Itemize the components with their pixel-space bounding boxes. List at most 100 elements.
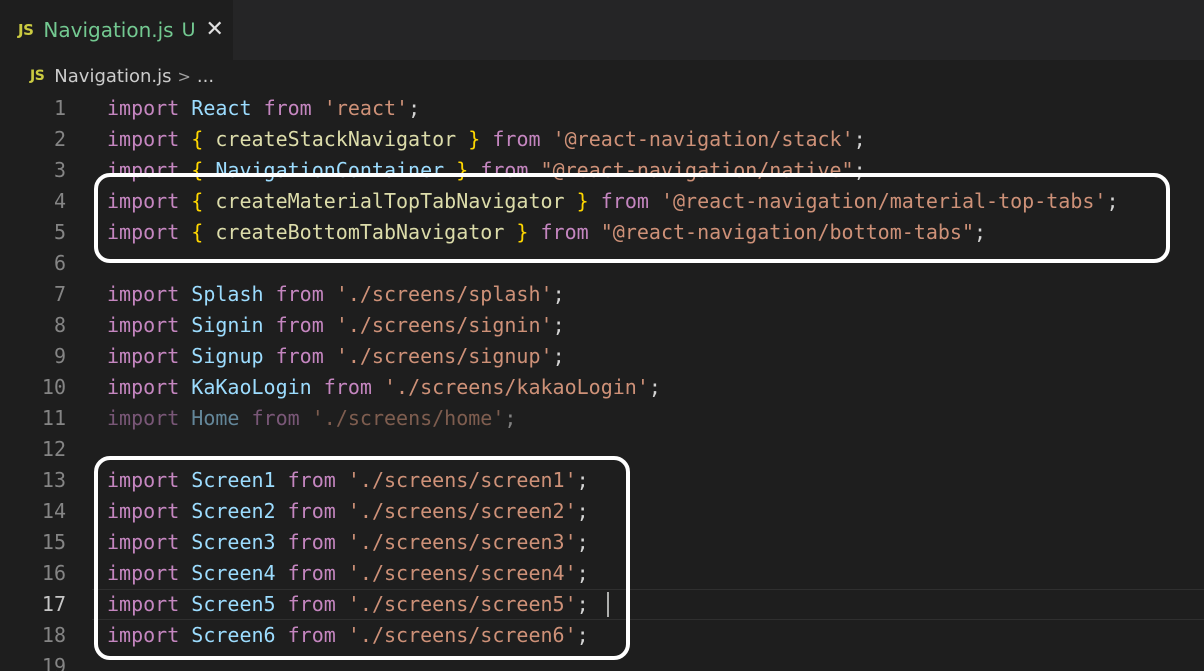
- line-number: 8: [53, 313, 66, 337]
- line-number: 15: [41, 530, 66, 554]
- line-number: 7: [53, 282, 66, 306]
- code-token: './screens/kakaoLogin': [383, 375, 649, 399]
- code-token: ;: [853, 127, 866, 151]
- code-token: './screens/signin': [335, 313, 553, 337]
- line-number: 2: [53, 127, 66, 151]
- line-number: 3: [53, 158, 66, 182]
- code-token: import: [107, 96, 180, 120]
- chevron-right-icon: >: [177, 66, 191, 86]
- code-text: import Signin from './screens/signin';: [107, 310, 565, 341]
- code-token: './screens/splash': [335, 282, 553, 306]
- line-number: 14: [41, 499, 66, 523]
- line-number: 10: [41, 375, 66, 399]
- code-editor[interactable]: 19 18 import Screen6 from './screens/scree…: [0, 92, 1204, 671]
- line-number: 9: [53, 344, 66, 368]
- code-token: './screens/signup': [335, 344, 553, 368]
- line-number: 19: [41, 654, 66, 671]
- code-line[interactable]: 11 import Home from './screens/home';: [0, 403, 1204, 434]
- code-text: import Home from './screens/home';: [107, 403, 516, 434]
- line-number: 11: [41, 406, 66, 430]
- tab-filename: Navigation.js: [43, 18, 174, 42]
- code-token: Splash: [191, 282, 264, 306]
- code-line[interactable]: 7 import Splash from './screens/splash';: [0, 279, 1204, 310]
- code-text: import Splash from './screens/splash';: [107, 279, 565, 310]
- breadcrumb-symbols[interactable]: ...: [197, 66, 214, 87]
- line-number: 16: [41, 561, 66, 585]
- code-token: import: [107, 313, 180, 337]
- code-token: Home: [191, 406, 240, 430]
- code-token: KaKaoLogin: [191, 375, 312, 399]
- code-token: Signin: [191, 313, 264, 337]
- code-token: from: [251, 406, 300, 430]
- code-text: import React from 'react';: [107, 93, 420, 124]
- code-line[interactable]: 9 import Signup from './screens/signup';: [0, 341, 1204, 372]
- line-number: 18: [41, 623, 66, 647]
- untracked-badge: U: [181, 19, 196, 41]
- code-token: createStackNavigator: [215, 127, 457, 151]
- code-token: }: [468, 127, 481, 151]
- code-token: React: [191, 96, 252, 120]
- javascript-file-icon: JS: [18, 21, 34, 39]
- close-icon[interactable]: ✕: [206, 19, 224, 41]
- code-line[interactable]: 2 import { createStackNavigator } from '@…: [0, 124, 1204, 155]
- code-line[interactable]: 8 import Signin from './screens/signin';: [0, 310, 1204, 341]
- code-token: import: [107, 344, 180, 368]
- code-token: import: [107, 282, 180, 306]
- code-text: import { createStackNavigator } from '@r…: [107, 124, 866, 155]
- code-token: '@react-navigation/stack': [552, 127, 854, 151]
- code-token: import: [107, 127, 180, 151]
- breadcrumb: JS Navigation.js > ...: [0, 60, 1204, 92]
- line-number: 13: [41, 468, 66, 492]
- code-token: from: [275, 313, 324, 337]
- line-number: 1: [53, 96, 66, 120]
- code-token: ;: [408, 96, 421, 120]
- code-token: ;: [648, 375, 661, 399]
- tab-navigation-js[interactable]: JS Navigation.js U ✕: [0, 0, 233, 60]
- line-number: 4: [53, 189, 66, 213]
- editor-tab-bar: JS Navigation.js U ✕: [0, 0, 1204, 60]
- javascript-file-icon: JS: [30, 68, 45, 84]
- code-token: from: [323, 375, 372, 399]
- code-token: import: [107, 406, 180, 430]
- code-token: Signup: [191, 344, 264, 368]
- highlight-box-screen-imports: [94, 456, 630, 660]
- line-number: 17: [41, 592, 66, 616]
- code-token: './screens/home': [311, 406, 505, 430]
- highlight-box-tab-navigator-imports: [94, 173, 1170, 263]
- code-token: import: [107, 375, 180, 399]
- code-token: from: [275, 282, 324, 306]
- code-line[interactable]: 1 import React from 'react';: [0, 93, 1204, 124]
- breadcrumb-file[interactable]: Navigation.js: [54, 66, 171, 87]
- code-text: import Signup from './screens/signup';: [107, 341, 565, 372]
- code-token: ;: [552, 313, 565, 337]
- code-token: from: [492, 127, 541, 151]
- code-token: ;: [552, 282, 565, 306]
- code-text: import KaKaoLogin from './screens/kakaoL…: [107, 372, 661, 403]
- line-number: 5: [53, 220, 66, 244]
- code-token: {: [191, 127, 204, 151]
- code-token: from: [263, 96, 312, 120]
- line-number: 6: [53, 251, 66, 275]
- code-line[interactable]: 10 import KaKaoLogin from './screens/kaka…: [0, 372, 1204, 403]
